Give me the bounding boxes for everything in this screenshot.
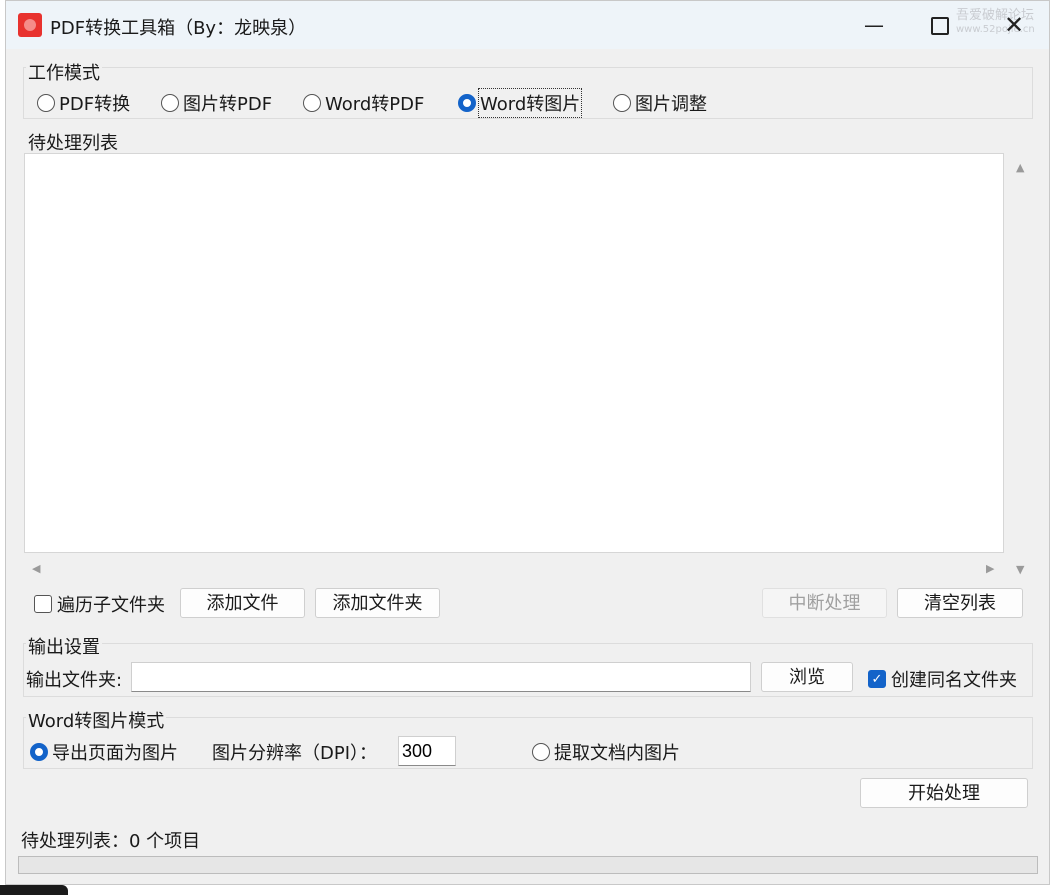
radio-label: 导出页面为图片 bbox=[52, 743, 178, 764]
start-processing-button[interactable]: 开始处理 bbox=[860, 778, 1028, 808]
output-folder-input[interactable] bbox=[131, 662, 751, 692]
word-to-image-legend: Word转图片模式 bbox=[26, 707, 167, 733]
radio-label: Word转PDF bbox=[325, 94, 425, 115]
browse-button[interactable]: 浏览 bbox=[761, 662, 853, 692]
mode-radio-image-to-pdf[interactable]: 图片转PDF bbox=[161, 90, 272, 116]
mode-radio-word-to-pdf[interactable]: Word转PDF bbox=[303, 90, 424, 116]
scroll-down-icon[interactable]: ▼ bbox=[1016, 563, 1024, 576]
mode-radio-image-adjust[interactable]: 图片调整 bbox=[613, 90, 707, 116]
radio-label: Word转图片 bbox=[477, 88, 583, 118]
export-pages-radio[interactable]: 导出页面为图片 bbox=[30, 739, 178, 765]
checkbox-label: 遍历子文件夹 bbox=[57, 595, 165, 616]
maximize-icon bbox=[931, 17, 949, 35]
radio-indicator bbox=[303, 94, 321, 112]
clear-list-button[interactable]: 清空列表 bbox=[897, 588, 1023, 618]
checkbox-label: 创建同名文件夹 bbox=[891, 670, 1017, 691]
taskbar-fragment bbox=[0, 885, 68, 895]
list-vertical-scrollbar[interactable]: ▲ ▼ bbox=[1008, 153, 1032, 581]
app-window: PDF转换工具箱（By：龙映泉） 吾爱破解论坛 www.52pojie.cn —… bbox=[5, 0, 1050, 885]
scroll-left-icon[interactable]: ◀ bbox=[32, 562, 40, 575]
work-mode-legend: 工作模式 bbox=[26, 59, 102, 85]
window-title: PDF转换工具箱（By：龙映泉） bbox=[50, 18, 307, 39]
radio-label: PDF转换 bbox=[59, 94, 131, 115]
radio-indicator bbox=[613, 94, 631, 112]
dpi-input[interactable] bbox=[398, 736, 456, 766]
radio-indicator bbox=[532, 743, 550, 761]
mode-radio-word-to-image[interactable]: Word转图片 bbox=[458, 88, 583, 118]
radio-indicator-selected bbox=[30, 743, 48, 761]
radio-label: 图片转PDF bbox=[183, 94, 273, 115]
add-folder-button[interactable]: 添加文件夹 bbox=[315, 588, 440, 618]
mode-radio-pdf-convert[interactable]: PDF转换 bbox=[37, 90, 130, 116]
minimize-button[interactable]: — bbox=[854, 11, 894, 39]
maximize-button[interactable] bbox=[920, 11, 960, 39]
recurse-subfolders-checkbox[interactable]: 遍历子文件夹 bbox=[34, 591, 165, 617]
pending-list-legend: 待处理列表 bbox=[26, 129, 120, 155]
output-folder-label: 输出文件夹: bbox=[26, 670, 123, 691]
radio-label: 图片调整 bbox=[635, 94, 707, 115]
create-same-name-folder-checkbox[interactable]: ✓ 创建同名文件夹 bbox=[868, 666, 1017, 692]
progress-bar bbox=[18, 856, 1038, 874]
app-logo-icon bbox=[18, 13, 42, 37]
extract-images-radio[interactable]: 提取文档内图片 bbox=[532, 739, 680, 765]
output-settings-legend: 输出设置 bbox=[26, 633, 102, 659]
radio-label: 提取文档内图片 bbox=[554, 743, 680, 764]
radio-indicator bbox=[37, 94, 55, 112]
radio-indicator-selected bbox=[458, 94, 476, 112]
interrupt-button[interactable]: 中断处理 bbox=[762, 588, 887, 618]
checkbox-box bbox=[34, 595, 52, 613]
radio-indicator bbox=[161, 94, 179, 112]
add-file-button[interactable]: 添加文件 bbox=[180, 588, 305, 618]
pending-file-list[interactable] bbox=[24, 153, 1004, 553]
scroll-right-icon[interactable]: ▶ bbox=[986, 562, 994, 575]
title-bar: PDF转换工具箱（By：龙映泉） 吾爱破解论坛 www.52pojie.cn —… bbox=[6, 1, 1049, 49]
close-button[interactable]: ✕ bbox=[994, 11, 1034, 39]
dpi-label: 图片分辨率（DPI）： bbox=[212, 743, 378, 764]
checkmark-icon: ✓ bbox=[868, 670, 886, 688]
list-horizontal-scrollbar[interactable]: ◀ ▶ bbox=[24, 557, 1004, 581]
status-text: 待处理列表：0 个项目 bbox=[21, 831, 201, 852]
scroll-up-icon[interactable]: ▲ bbox=[1016, 161, 1024, 174]
